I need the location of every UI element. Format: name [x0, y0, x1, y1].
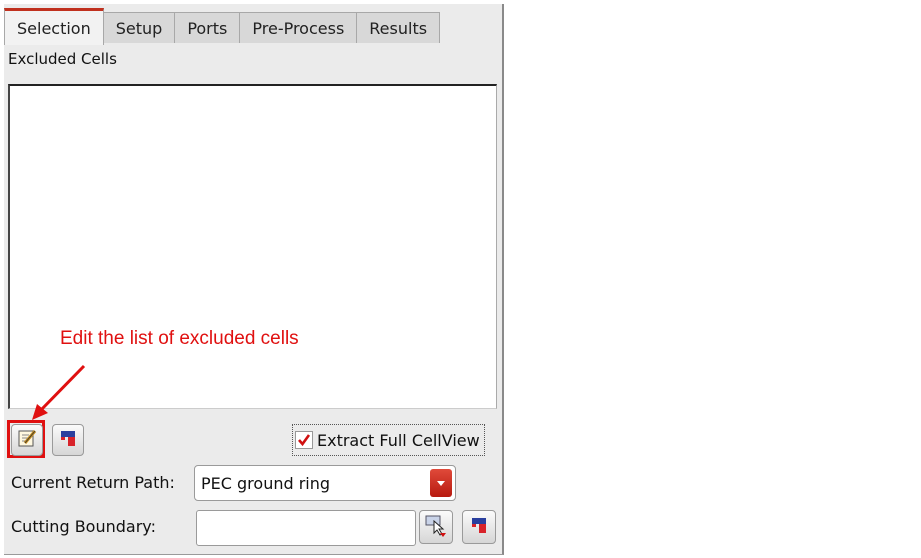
tab-setup[interactable]: Setup — [102, 12, 176, 43]
current-return-path-select[interactable]: PEC ground ring — [194, 465, 456, 501]
extract-full-cellview-checkbox[interactable]: Extract Full CellView — [292, 424, 485, 456]
clear-eraser-icon — [469, 515, 489, 539]
clear-list-button[interactable] — [52, 424, 84, 456]
current-return-path-label: Current Return Path: — [11, 473, 175, 492]
current-return-path-value: PEC ground ring — [201, 473, 331, 493]
tab-results[interactable]: Results — [356, 12, 441, 43]
edit-list-button[interactable] — [11, 424, 43, 456]
edit-list-icon — [16, 427, 38, 453]
checkmark-icon — [295, 431, 313, 449]
excluded-cells-list[interactable] — [8, 84, 497, 409]
annotation-text: Edit the list of excluded cells — [60, 328, 299, 349]
tab-pre-process[interactable]: Pre-Process — [239, 12, 358, 43]
cutting-boundary-input[interactable] — [196, 510, 416, 546]
tab-selection[interactable]: Selection — [4, 8, 104, 45]
tab-bar: Selection Setup Ports Pre-Process Result… — [4, 6, 441, 45]
excluded-cells-label: Excluded Cells — [8, 50, 117, 68]
select-boundary-button[interactable] — [419, 510, 453, 544]
select-pointer-icon — [424, 513, 448, 541]
cutting-boundary-label: Cutting Boundary: — [11, 517, 156, 536]
chevron-down-icon[interactable] — [430, 469, 452, 497]
extract-full-cellview-label: Extract Full CellView — [317, 430, 480, 450]
tab-ports[interactable]: Ports — [174, 12, 241, 43]
clear-boundary-button[interactable] — [462, 510, 496, 544]
clear-eraser-icon — [58, 428, 78, 452]
